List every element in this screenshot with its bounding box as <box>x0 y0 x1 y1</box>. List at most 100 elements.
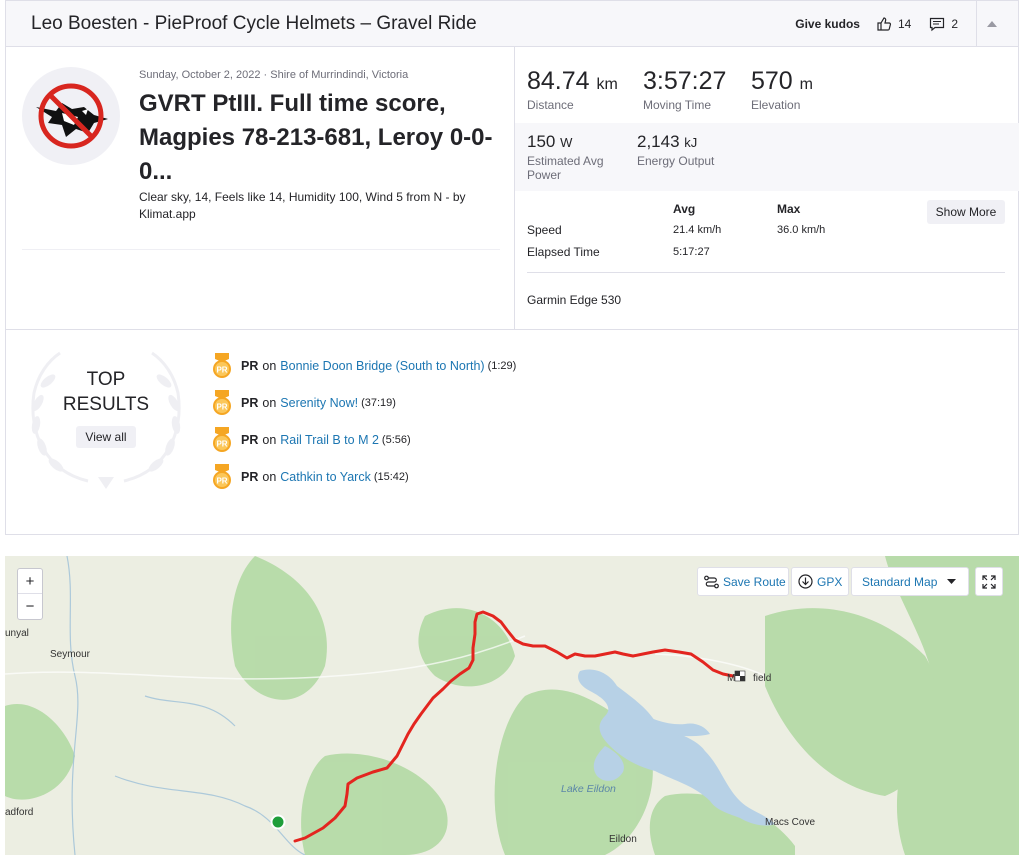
stat-power: 150 W Estimated Avg Power <box>527 132 604 182</box>
top-results-line1: TOP <box>86 369 126 390</box>
on-label: on <box>262 470 277 484</box>
svg-text:PR: PR <box>216 440 227 449</box>
speed-max: 36.0 km/h <box>777 224 826 236</box>
divider <box>22 249 500 250</box>
segment-link[interactable]: Rail Trail B to M 2 <box>280 433 379 447</box>
col-avg-header: Avg <box>673 202 696 216</box>
elevation-label: Elevation <box>751 98 801 112</box>
top-results-badge: TOP RESULTS View all <box>26 343 186 493</box>
map-label: unyal <box>5 628 29 639</box>
header-actions: Give kudos 14 2 <box>795 1 1006 47</box>
view-all-button[interactable]: View all <box>76 426 136 448</box>
distance-label: Distance <box>527 98 574 112</box>
list-item: PR PR on Bonnie Doon Bridge (South to No… <box>211 353 516 379</box>
activity-date-location: Sunday, October 2, 2022 · Shire of Murri… <box>139 69 409 81</box>
map-style-select[interactable]: Standard Map <box>851 567 969 596</box>
map-label: Seymour <box>50 649 91 660</box>
kudos-counter[interactable]: 14 <box>876 16 911 32</box>
activity-header-title: Leo Boesten - PieProof Cycle Helmets – G… <box>31 13 477 34</box>
secondary-stats-band: 150 W Estimated Avg Power 2,143 kJ Energ… <box>515 123 1019 191</box>
give-kudos-button[interactable]: Give kudos <box>795 17 860 31</box>
collapse-button[interactable] <box>976 1 1006 47</box>
activity-title: GVRT PtIII. Full time score, Magpies 78-… <box>139 90 493 185</box>
pr-label: PR <box>241 433 259 447</box>
segment-time: (15:42) <box>373 471 409 483</box>
on-label: on <box>262 433 277 447</box>
top-results-line2: RESULTS <box>62 394 150 415</box>
zoom-out-button[interactable]: − <box>18 594 42 619</box>
segment-time: (37:19) <box>361 397 396 409</box>
divider <box>527 272 1005 273</box>
device-name: Garmin Edge 530 <box>527 293 622 307</box>
speed-avg: 21.4 km/h <box>673 224 722 236</box>
map-label: adford <box>5 807 34 818</box>
power-label-line2: Power <box>527 168 562 182</box>
laurel-wreath-icon <box>31 351 181 489</box>
caret-down-icon <box>947 579 957 584</box>
gpx-label: GPX <box>817 574 843 589</box>
segment-link[interactable]: Cathkin to Yarck <box>280 470 371 484</box>
moving-time-value: 3:57:27 <box>643 67 727 95</box>
col-max-header: Max <box>777 202 801 216</box>
stat-distance: 84.74 km Distance <box>527 67 618 112</box>
stat-elevation: 570 m Elevation <box>751 67 813 112</box>
activity-summary: Sunday, October 2, 2022 · Shire of Murri… <box>6 47 514 329</box>
zoom-in-button[interactable]: + <box>18 569 42 594</box>
pr-label: PR <box>241 359 259 373</box>
list-item: PR PR on Serenity Now! (37:19) <box>211 390 396 416</box>
divider <box>6 329 1019 330</box>
pr-medal-icon: PR <box>213 464 231 489</box>
start-marker <box>270 814 286 830</box>
distance-unit: km <box>596 76 618 93</box>
activity-description: Clear sky, 14, Feels like 14, Humidity 1… <box>139 190 466 221</box>
pr-label: PR <box>241 396 259 410</box>
elevation-value: 570 <box>751 67 793 95</box>
map-label: Eildon <box>609 834 637 845</box>
caret-up-icon <box>986 21 997 27</box>
download-icon <box>798 574 813 589</box>
stat-energy: 2,143 kJ Energy Output <box>637 132 714 168</box>
distance-value: 84.74 <box>527 67 590 95</box>
pr-medal-icon: PR <box>213 427 231 452</box>
energy-value: 2,143 <box>637 132 680 151</box>
on-label: on <box>262 396 277 410</box>
save-route-button[interactable]: Save Route <box>697 567 789 596</box>
segment-time: (1:29) <box>487 360 517 372</box>
pr-label: PR <box>241 470 259 484</box>
elapsed-time-avg: 5:17:27 <box>673 246 710 258</box>
route-map[interactable]: unyal Seymour adford Lake Eildon Eildon … <box>5 556 1019 855</box>
show-more-button[interactable]: Show More <box>927 200 1005 224</box>
list-item: PR PR on Cathkin to Yarck (15:42) <box>211 464 409 490</box>
map-label: Macs Cove <box>765 817 816 828</box>
map-label: field <box>753 673 772 684</box>
map-terrain <box>5 556 1019 855</box>
pr-medal-icon: PR <box>213 390 231 415</box>
svg-text:PR: PR <box>216 403 227 412</box>
activity-stats: 84.74 km Distance 3:57:27 Moving Time 57… <box>514 47 1019 329</box>
map-style-label: Standard Map <box>862 574 938 589</box>
athlete-avatar[interactable] <box>22 67 120 165</box>
segment-link[interactable]: Bonnie Doon Bridge (South to North) <box>280 359 484 373</box>
elapsed-time-label: Elapsed Time <box>527 245 600 259</box>
energy-unit: kJ <box>684 135 698 150</box>
comments-counter[interactable]: 2 <box>929 16 958 32</box>
expand-icon <box>982 574 996 589</box>
energy-label: Energy Output <box>637 154 715 168</box>
svg-text:PR: PR <box>216 477 227 486</box>
svg-text:PR: PR <box>216 366 227 375</box>
route-icon <box>704 575 719 588</box>
segment-link[interactable]: Serenity Now! <box>280 396 358 410</box>
map-label: Lake Eildon <box>561 783 616 795</box>
zoom-control: + − <box>17 568 43 620</box>
moving-time-label: Moving Time <box>643 98 712 112</box>
on-label: on <box>262 359 277 373</box>
pr-medal-icon: PR <box>213 353 231 378</box>
activity-card: Leo Boesten - PieProof Cycle Helmets – G… <box>5 0 1019 535</box>
speed-label: Speed <box>527 223 562 237</box>
magpie-no-icon <box>36 83 108 149</box>
power-value: 150 <box>527 132 556 151</box>
gpx-button[interactable]: GPX <box>791 567 849 596</box>
save-route-label: Save Route <box>723 574 786 589</box>
fullscreen-button[interactable] <box>975 567 1003 596</box>
power-label-line1: Estimated Avg <box>527 154 604 168</box>
